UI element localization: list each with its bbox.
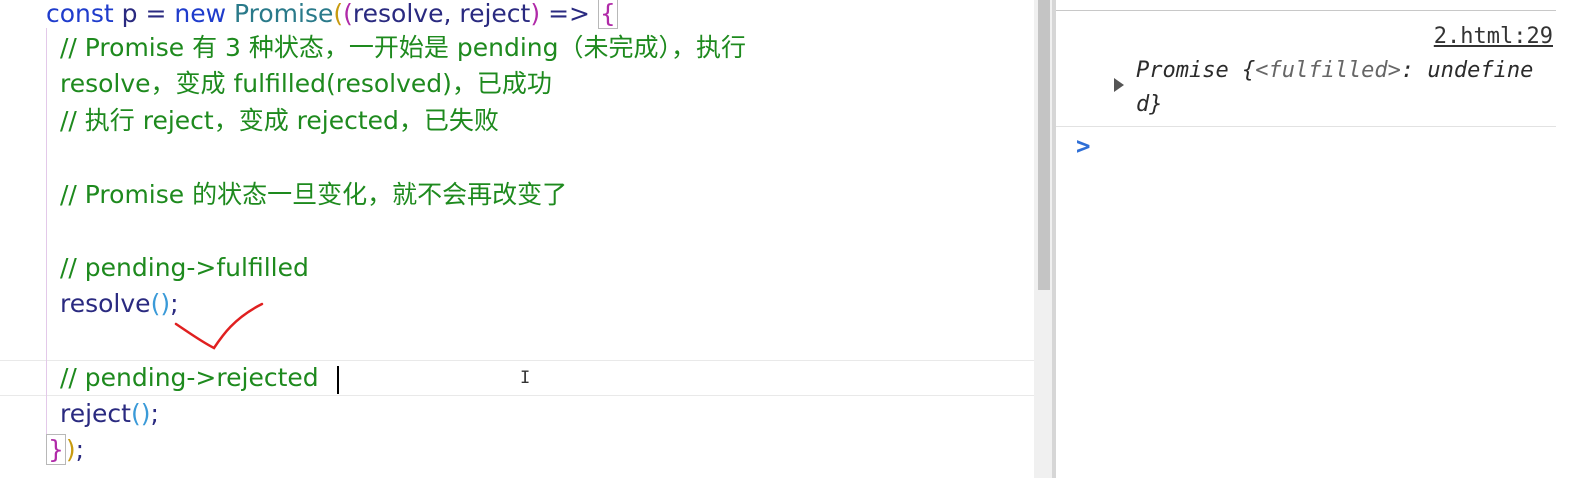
variable-declaration: p = [113,0,175,28]
code-line-4[interactable]: // 执行 reject，变成 rejected，已失败 [60,103,499,139]
class-name: Promise [226,0,334,28]
code-line-1[interactable]: const p = new Promise((resolve, reject) … [46,0,618,32]
checkmark-annotation-icon [174,302,264,350]
close-paren-inner: ) [530,0,541,28]
source-location-link[interactable]: 2.html:29 [1434,24,1553,49]
code-line-12[interactable]: reject(); [60,396,159,432]
console-log-entry[interactable]: Promise {<fulfilled>: undefined} [1056,52,1556,127]
code-line-9[interactable]: resolve(); [60,286,179,322]
close-paren: ) [65,435,76,464]
code-line-13[interactable]: }); [46,432,84,468]
function-call-resolve: resolve [60,289,151,318]
close-brace: } [46,434,66,465]
semicolon: ; [150,399,159,428]
keyword-const: const [46,0,114,28]
open-brace: { [597,0,618,29]
keyword-new: new [174,0,227,28]
function-call-reject: reject [60,399,131,428]
log-message: Promise {<fulfilled>: undefined} [1136,54,1546,122]
scrollbar-thumb[interactable] [1038,0,1050,290]
params: resolve, reject [352,0,531,28]
promise-state: <fulfilled> [1255,58,1401,83]
editor-scrollbar[interactable] [1034,0,1052,478]
window-edge [1569,0,1591,478]
indent-guide [46,28,47,450]
console-separator [1056,10,1556,11]
screen: const p = new Promise((resolve, reject) … [0,0,1591,478]
code-line-8[interactable]: // pending->fulfilled [60,250,309,286]
open-paren-inner: ( [343,0,353,28]
code-line-11[interactable]: // pending->rejected [60,360,319,396]
semicolon: ; [75,435,85,464]
chevron-right-icon[interactable]: > [1076,132,1090,160]
arrow-operator: => [540,0,598,28]
log-prefix: Promise { [1136,58,1256,83]
ibeam-cursor-icon: I [520,368,531,388]
devtools-console[interactable]: 2.html:29 Promise {<fulfilled>: undefine… [1056,0,1591,478]
call-parens: () [150,289,171,318]
code-line-3[interactable]: resolve，变成 fulfilled(resolved)，已成功 [60,66,552,102]
open-paren: ( [333,0,344,28]
call-parens: () [130,399,151,428]
code-line-6[interactable]: // Promise 的状态一旦变化，就不会再改变了 [60,177,567,213]
code-editor[interactable]: const p = new Promise((resolve, reject) … [0,0,1034,478]
text-cursor [337,366,339,394]
code-line-2[interactable]: // Promise 有 3 种状态，一开始是 pending（未完成），执行 [60,30,746,66]
expand-triangle-icon[interactable] [1114,78,1124,92]
